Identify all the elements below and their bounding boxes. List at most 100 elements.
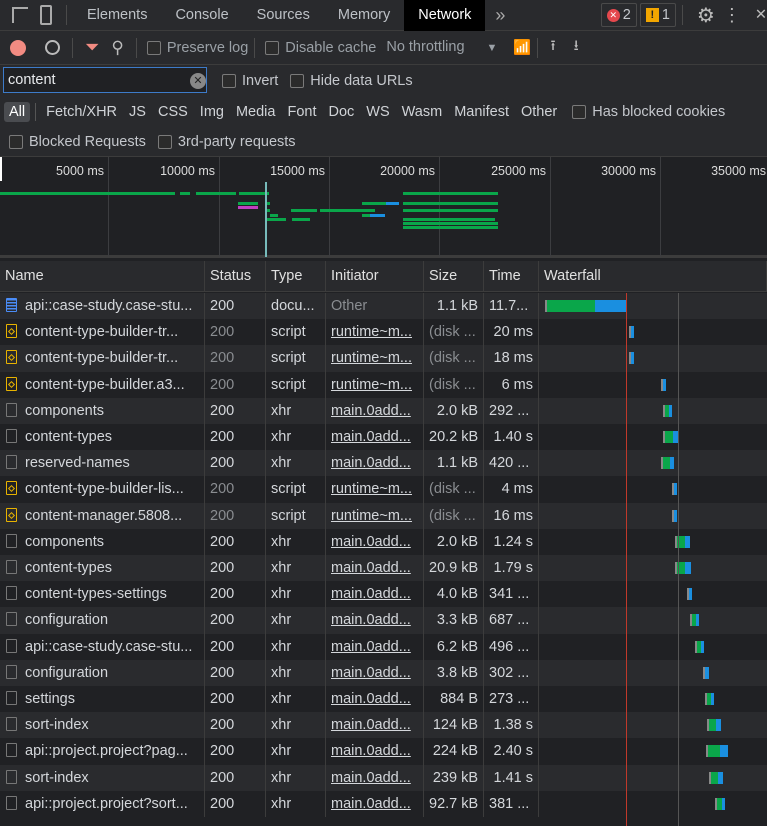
search-icon[interactable]: ⚲	[111, 38, 123, 58]
cell-name-container[interactable]: settings	[0, 686, 205, 713]
cell-name-container[interactable]: api::case-study.case-stu...	[0, 633, 205, 660]
cell-initiator-container[interactable]: main.0add...	[326, 397, 424, 424]
record-button[interactable]	[10, 39, 26, 56]
tab-elements[interactable]: Elements	[73, 0, 161, 31]
errors-badge[interactable]: ✕ 2	[600, 3, 637, 27]
cell-name-container[interactable]: reserved-names	[0, 450, 205, 477]
cell-initiator-container[interactable]: runtime~m...	[326, 476, 424, 503]
column-header-initiator[interactable]: Initiator	[326, 261, 424, 292]
type-wasm[interactable]: Wasm	[397, 102, 448, 122]
cell-name-container[interactable]: sort-index	[0, 712, 205, 739]
cell-name-container[interactable]: api::case-study.case-stu...	[0, 293, 205, 320]
type-fetch-xhr[interactable]: Fetch/XHR	[41, 102, 122, 122]
type-media[interactable]: Media	[231, 102, 281, 122]
table-row[interactable]: settings 200 xhr main.0add... 884 B 273 ...	[0, 686, 767, 713]
cell-name-container[interactable]: api::project.project?sort...	[0, 790, 205, 817]
network-conditions-icon[interactable]: 📶	[513, 39, 531, 56]
table-row[interactable]: api::project.project?sort... 200 xhr main.0…	[0, 790, 767, 817]
table-row[interactable]: components 200 xhr main.0add... 2.0 kB 292 ..…	[0, 397, 767, 424]
more-options-icon[interactable]: ⋮	[723, 5, 741, 26]
cell-initiator-container[interactable]: main.0add...	[326, 633, 424, 660]
cell-name-container[interactable]: content-manager.5808...	[0, 502, 205, 529]
cell-name-container[interactable]: components	[0, 397, 205, 424]
cell-name-container[interactable]: content-type-builder-tr...	[0, 319, 205, 346]
cell-initiator-container[interactable]: Other	[326, 293, 424, 320]
clear-icon[interactable]	[45, 40, 60, 55]
column-header-name[interactable]: Name	[0, 261, 205, 292]
clear-filter-icon[interactable]: ✕	[190, 73, 206, 89]
invert-checkbox[interactable]: Invert	[222, 73, 278, 89]
third-party-requests-checkbox[interactable]: 3rd-party requests	[157, 134, 296, 150]
cell-initiator-container[interactable]: runtime~m...	[326, 345, 424, 372]
cell-name-container[interactable]: content-type-builder.a3...	[0, 371, 205, 398]
hide-data-urls-checkbox[interactable]: Hide data URLs	[290, 73, 413, 89]
table-row[interactable]: sort-index 200 xhr main.0add... 239 kB 1.41 s	[0, 764, 767, 791]
network-overview-timeline[interactable]: 5000 ms 10000 ms 15000 ms 20000 ms 25000 ms 3…	[0, 157, 767, 258]
import-har-icon[interactable]: ⭱	[550, 35, 555, 60]
more-tabs-button[interactable]: »	[495, 5, 505, 26]
table-row[interactable]: content-type-builder-tr... 200 script runti…	[0, 345, 767, 372]
type-css[interactable]: CSS	[153, 102, 193, 122]
table-row[interactable]: configuration 200 xhr main.0add... 3.8 kB 302…	[0, 659, 767, 686]
tab-memory[interactable]: Memory	[324, 0, 404, 31]
column-header-waterfall[interactable]: Waterfall	[539, 261, 767, 292]
cell-name-container[interactable]: configuration	[0, 659, 205, 686]
tab-console[interactable]: Console	[161, 0, 242, 31]
table-row[interactable]: content-types 200 xhr main.0add... 20.2 kB 1.…	[0, 424, 767, 451]
overview-selection-handle[interactable]	[0, 157, 2, 181]
cell-initiator-container[interactable]: main.0add...	[326, 528, 424, 555]
cell-initiator-container[interactable]: main.0add...	[326, 607, 424, 634]
column-header-time[interactable]: Time	[484, 261, 539, 292]
type-ws[interactable]: WS	[361, 102, 394, 122]
cell-initiator-container[interactable]: runtime~m...	[326, 371, 424, 398]
type-font[interactable]: Font	[282, 102, 321, 122]
cell-name-container[interactable]: api::project.project?pag...	[0, 738, 205, 765]
cell-initiator-container[interactable]: main.0add...	[326, 450, 424, 477]
type-other[interactable]: Other	[516, 102, 562, 122]
cell-name-container[interactable]: content-types	[0, 555, 205, 582]
cell-initiator-container[interactable]: main.0add...	[326, 712, 424, 739]
export-har-icon[interactable]: ⭳	[574, 35, 579, 60]
table-row[interactable]: reserved-names 200 xhr main.0add... 1.1 kB 42…	[0, 450, 767, 477]
cell-name-container[interactable]: content-types	[0, 424, 205, 451]
cell-name-container[interactable]: sort-index	[0, 764, 205, 791]
cell-initiator-container[interactable]: main.0add...	[326, 555, 424, 582]
table-row[interactable]: components 200 xhr main.0add... 2.0 kB 1.24 s	[0, 528, 767, 555]
filter-icon[interactable]: ⏷	[85, 37, 99, 58]
inspect-element-icon[interactable]	[12, 7, 28, 23]
type-all[interactable]: All	[4, 102, 31, 122]
cell-initiator-container[interactable]: main.0add...	[326, 738, 424, 765]
disable-cache-checkbox[interactable]: Disable cache	[265, 40, 376, 56]
cell-name-container[interactable]: content-types-settings	[0, 581, 205, 608]
cell-initiator-container[interactable]: main.0add...	[326, 581, 424, 608]
cell-name-container[interactable]: content-type-builder-tr...	[0, 345, 205, 372]
table-row[interactable]: content-type-builder.a3... 200 script runti…	[0, 371, 767, 398]
settings-gear-icon[interactable]: ⚙	[697, 3, 715, 28]
device-toolbar-icon[interactable]	[40, 5, 52, 25]
table-row[interactable]: content-type-builder-tr... 200 script runti…	[0, 319, 767, 346]
warnings-badge[interactable]: ! 1	[639, 3, 676, 27]
close-icon[interactable]: ✕	[755, 7, 767, 23]
table-row[interactable]: content-types-settings 200 xhr main.0add...…	[0, 581, 767, 608]
blocked-requests-checkbox[interactable]: Blocked Requests	[9, 134, 146, 150]
filter-input[interactable]	[3, 67, 207, 93]
cell-initiator-container[interactable]: main.0add...	[326, 659, 424, 686]
table-row[interactable]: content-types 200 xhr main.0add... 20.9 kB 1.…	[0, 555, 767, 582]
throttling-select[interactable]: No throttling ▼	[386, 39, 497, 57]
column-header-size[interactable]: Size	[424, 261, 484, 292]
table-row[interactable]: api::case-study.case-stu... 200 xhr main.0a…	[0, 633, 767, 660]
has-blocked-cookies-checkbox[interactable]: Has blocked cookies	[572, 104, 725, 120]
type-js[interactable]: JS	[124, 102, 151, 122]
cell-initiator-container[interactable]: main.0add...	[326, 424, 424, 451]
tab-sources[interactable]: Sources	[243, 0, 324, 31]
preserve-log-checkbox[interactable]: Preserve log	[146, 40, 248, 56]
cell-name-container[interactable]: components	[0, 528, 205, 555]
cell-name-container[interactable]: content-type-builder-lis...	[0, 476, 205, 503]
cell-initiator-container[interactable]: runtime~m...	[326, 502, 424, 529]
table-row[interactable]: content-manager.5808... 200 script runtime~…	[0, 502, 767, 529]
table-row[interactable]: content-type-builder-lis... 200 script runt…	[0, 476, 767, 503]
cell-initiator-container[interactable]: main.0add...	[326, 790, 424, 817]
cell-initiator-container[interactable]: runtime~m...	[326, 319, 424, 346]
tab-network[interactable]: Network	[404, 0, 486, 31]
table-row[interactable]: api::project.project?pag... 200 xhr main.0a…	[0, 738, 767, 765]
